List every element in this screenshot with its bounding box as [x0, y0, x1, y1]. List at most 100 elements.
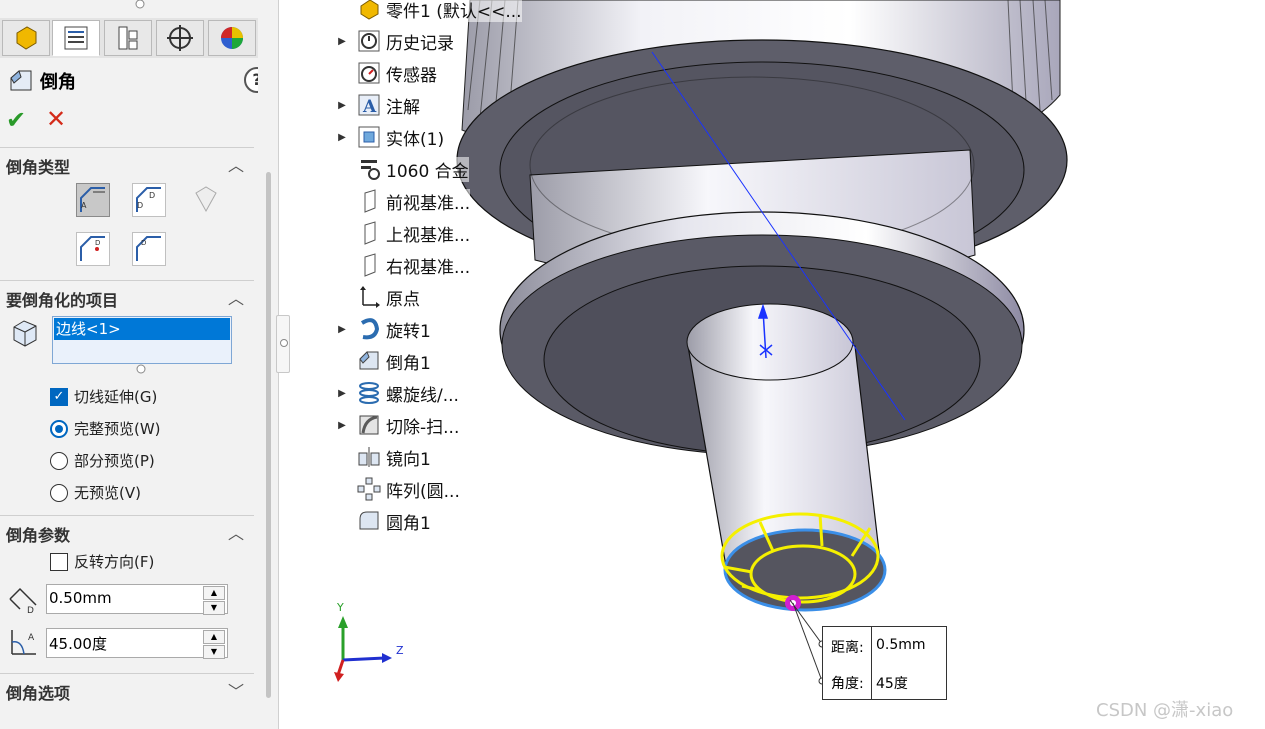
callout-angle-value[interactable]: 45度 [876, 673, 908, 693]
group-items-to-chamfer[interactable]: 要倒角化的项目 ︿ [0, 280, 254, 311]
shaft-cylinder [686, 303, 887, 612]
svg-text:D: D [27, 606, 34, 615]
sensor-icon [354, 60, 384, 86]
distance-input[interactable]: 0.50mm ▲ ▼ [46, 584, 228, 615]
tree-item-part[interactable]: 零件1 (默认<<... [330, 0, 522, 23]
tree-item-revolve[interactable]: ▶ 旋转1 [330, 315, 431, 343]
svg-text:D: D [95, 239, 100, 247]
chevron-up-icon[interactable]: ︿ [228, 285, 244, 309]
expand-icon[interactable]: ▶ [330, 388, 354, 399]
chamfer-type-vertex[interactable] [190, 183, 224, 217]
triad-y-label: Y [337, 601, 344, 614]
fillet-icon [354, 508, 384, 534]
tree-item-circular-pattern[interactable]: 阵列(圆... [330, 475, 460, 503]
resize-handle[interactable] [135, 363, 147, 375]
chevron-up-icon[interactable]: ︿ [228, 152, 244, 176]
tree-item-front-plane[interactable]: 前视基准... [330, 187, 471, 215]
option-label: 反转方向(F) [74, 553, 155, 571]
radio-unselected[interactable] [50, 483, 68, 502]
option-label: 无预览(V) [74, 484, 141, 502]
tangent-propagation-option[interactable]: ✓ 切线延伸(G) [50, 386, 157, 407]
angle-value[interactable]: 45.00度 [49, 633, 107, 654]
tree-item-top-plane[interactable]: 上视基准... [330, 219, 471, 247]
scrollbar-thumb[interactable] [266, 172, 271, 698]
mirror-icon [354, 444, 384, 470]
group-title: 倒角参数 [6, 526, 71, 545]
pm-scrollbar[interactable] [258, 0, 278, 729]
angle-icon: A [11, 630, 36, 655]
reverse-direction-option[interactable]: 反转方向(F) [50, 551, 154, 572]
checkbox-checked[interactable]: ✓ [50, 387, 68, 406]
tree-item-label: 1060 合金 [386, 156, 469, 182]
angle-spinner[interactable]: ▲ ▼ [203, 630, 225, 659]
spin-up-icon[interactable]: ▲ [203, 586, 225, 600]
panel-top-grip[interactable] [0, 0, 258, 14]
tree-item-solid-bodies[interactable]: ▶ 实体(1) [330, 123, 445, 151]
callout-distance-value[interactable]: 0.5mm [876, 637, 926, 653]
expand-icon[interactable]: ▶ [330, 420, 354, 431]
tree-item-helix[interactable]: ▶ 螺旋线/... [330, 379, 459, 407]
selection-list[interactable]: 边线<1> [52, 316, 232, 364]
chevron-up-icon[interactable]: ︿ [228, 520, 244, 544]
option-label: 部分预览(P) [74, 452, 155, 470]
group-title: 倒角选项 [6, 684, 71, 703]
tab-display-manager[interactable] [208, 20, 256, 56]
full-preview-option[interactable]: 完整预览(W) [50, 418, 161, 439]
tree-item-fillet[interactable]: 圆角1 [330, 507, 431, 535]
spin-up-icon[interactable]: ▲ [203, 630, 225, 644]
ok-button[interactable]: ✔ [6, 108, 26, 132]
chamfer-type-offset-face[interactable]: D [76, 232, 110, 266]
no-preview-option[interactable]: 无预览(V) [50, 482, 141, 503]
tab-property-manager[interactable] [52, 20, 100, 56]
vertex-chamfer-icon [195, 186, 217, 213]
expand-icon[interactable]: ▶ [330, 132, 354, 143]
expand-icon[interactable]: ▶ [330, 100, 354, 111]
tree-item-annotations[interactable]: ▶ A 注解 [330, 91, 420, 119]
spin-down-icon[interactable]: ▼ [203, 601, 225, 615]
tree-item-label: 注解 [386, 92, 420, 118]
chamfer-type-face-face[interactable]: D [132, 232, 166, 266]
angle-input[interactable]: 45.00度 ▲ ▼ [46, 628, 228, 659]
selection-item[interactable]: 边线<1> [54, 318, 230, 340]
tree-item-mirror[interactable]: 镜向1 [330, 443, 431, 471]
dimension-callout[interactable]: 距离: 0.5mm 角度: 45度 [822, 626, 947, 700]
tree-item-material[interactable]: 1060 合金 [330, 155, 469, 183]
watermark: CSDN @潇-xiao [1096, 700, 1234, 721]
splitter-grip[interactable] [276, 315, 290, 373]
tab-feature-manager[interactable] [2, 20, 50, 56]
expand-icon[interactable]: ▶ [330, 36, 354, 47]
distance-value[interactable]: 0.50mm [49, 589, 112, 607]
tree-item-history[interactable]: ▶ 历史记录 [330, 27, 454, 55]
annotation-icon: A [354, 92, 384, 118]
chamfer-type-distance-distance[interactable]: DD [132, 183, 166, 217]
group-chamfer-options[interactable]: 倒角选项 ﹀ [0, 673, 254, 704]
svg-text:D: D [141, 239, 146, 247]
tree-item-label: 上视基准... [386, 220, 471, 246]
group-chamfer-type[interactable]: 倒角类型 ︿ [0, 147, 254, 178]
tab-configuration-manager[interactable] [104, 20, 152, 56]
callout-angle-label: 角度: [831, 676, 864, 692]
option-label: 完整预览(W) [74, 420, 161, 438]
panel-splitter[interactable] [276, 0, 290, 729]
chevron-down-icon[interactable]: ﹀ [228, 678, 244, 702]
edge-selection-icon [13, 320, 37, 347]
distance-spinner[interactable]: ▲ ▼ [203, 586, 225, 615]
group-title: 要倒角化的项目 [6, 291, 119, 310]
checkbox-unchecked[interactable] [50, 552, 68, 571]
expand-icon[interactable]: ▶ [330, 324, 354, 335]
chamfer-type-angle-distance[interactable]: A [76, 183, 110, 217]
group-chamfer-parameters[interactable]: 倒角参数 ︿ [0, 515, 254, 546]
tree-item-chamfer[interactable]: 倒角1 [330, 347, 431, 375]
distance-icon: D [9, 587, 37, 615]
tree-item-sensors[interactable]: 传感器 [330, 59, 437, 87]
partial-preview-option[interactable]: 部分预览(P) [50, 450, 155, 471]
radio-unselected[interactable] [50, 451, 68, 470]
tree-item-right-plane[interactable]: 右视基准... [330, 251, 471, 279]
spin-down-icon[interactable]: ▼ [203, 645, 225, 659]
tree-item-sweep-cut[interactable]: ▶ 切除-扫... [330, 411, 460, 439]
tab-dimxpert-manager[interactable] [156, 20, 204, 56]
callout-angle-row: 角度: 45度 [823, 663, 946, 699]
tree-item-origin[interactable]: 原点 [330, 283, 420, 311]
radio-selected[interactable] [50, 419, 68, 438]
cancel-button[interactable]: ✕ [46, 106, 66, 132]
